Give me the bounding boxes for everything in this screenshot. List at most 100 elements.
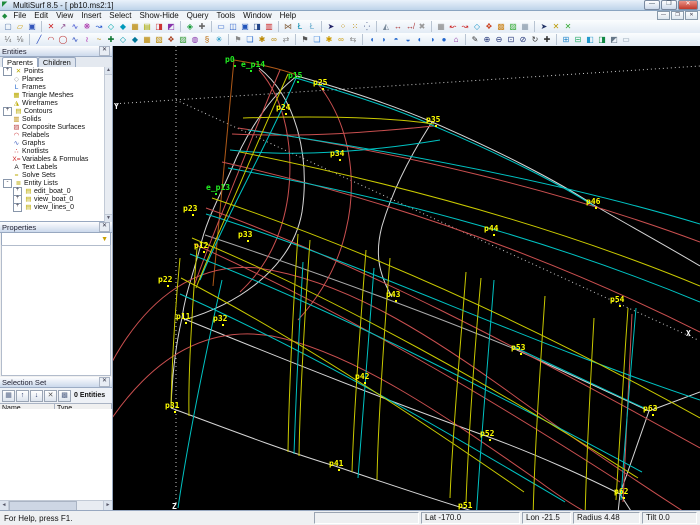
view-home-icon[interactable]: ⌂ (450, 34, 462, 45)
refresh-view-icon[interactable]: ↻ (529, 34, 541, 45)
tree-item-view-lines-0[interactable]: + ▤ view_lines_0 (0, 202, 112, 212)
menu-view[interactable]: View (52, 11, 77, 20)
hull-wireframe[interactable]: p0 e_p14 p15 p25 p24 p35 p34 e_p13 p46 p23 p44 p33 p… (113, 46, 700, 511)
view-back-icon[interactable]: ◗ (378, 34, 390, 45)
select-grid-icon[interactable]: ⁙ (349, 21, 361, 32)
point-label-p44[interactable]: p44 (484, 224, 499, 233)
tree-item-solve-sets[interactable]: = Solve Sets (0, 171, 112, 179)
tree-item-relabels[interactable]: ◠ Relabels (0, 131, 112, 140)
sel-clear-icon[interactable]: ▩ (58, 389, 71, 402)
point-label-p33[interactable]: p33 (238, 230, 253, 239)
point-label-p41[interactable]: p41 (329, 459, 344, 468)
hide-swap-icon[interactable]: ⇆ (347, 34, 359, 45)
point-label-e_p13[interactable]: e_p13 (206, 183, 230, 192)
layer1-icon[interactable]: Ł (294, 21, 306, 32)
units-icon[interactable]: ¼ (2, 34, 14, 45)
hull-curve-guide-1[interactable] (212, 59, 235, 287)
file-save-icon[interactable]: ▣ (26, 21, 38, 32)
tree-item-knotlists[interactable]: ∴ Knotlists (0, 147, 112, 156)
sel-list-icon[interactable]: ▦ (2, 389, 15, 402)
grid-display-icon[interactable]: ▦ (519, 21, 531, 32)
link-icon[interactable]: ⋈ (282, 21, 294, 32)
menu-show-hide[interactable]: Show-Hide (136, 11, 183, 20)
formula-create-icon[interactable]: ✳ (213, 34, 225, 45)
point-label-p63[interactable]: p63 (643, 404, 658, 413)
tree-item-solids[interactable]: ▥ Solids (0, 115, 112, 124)
hull-curve-mid-edge[interactable] (181, 317, 621, 495)
hull-curve-yellow-station-6[interactable] (532, 295, 546, 511)
surface-tool-icon[interactable]: ◇ (105, 21, 117, 32)
point-marker-p32[interactable] (222, 324, 224, 326)
mesh-create-icon[interactable]: ▦ (141, 34, 153, 45)
point-marker-p44[interactable] (493, 234, 495, 236)
view-layout3-icon[interactable]: ▣ (239, 21, 251, 32)
view-left-icon[interactable]: ◐ (414, 34, 426, 45)
copy-view-icon[interactable]: ⊞ (560, 34, 572, 45)
tree-item-contours[interactable]: + ▤ Contours (0, 106, 112, 116)
point-marker-p33[interactable] (247, 240, 249, 242)
circle-create-icon[interactable]: ◯ (57, 34, 69, 45)
mdi-close-button[interactable]: ✕ (685, 11, 698, 20)
point-label-p25[interactable]: p25 (313, 78, 328, 87)
tree-item-graphs[interactable]: ∿ Graphs (0, 139, 112, 148)
point-marker-p25[interactable] (322, 88, 324, 90)
hull-curve-red-long-1[interactable] (237, 127, 700, 243)
zoom-window-icon[interactable]: ⊡ (505, 34, 517, 45)
view-top-icon[interactable]: ◓ (390, 34, 402, 45)
show-flag-icon[interactable]: ⚑ (232, 34, 244, 45)
shade-view-icon[interactable]: ◩ (608, 34, 620, 45)
point-marker-p12[interactable] (203, 251, 205, 253)
mdi-restore-button[interactable]: ❐ (671, 11, 684, 20)
filter-funnel-icon[interactable]: ▼ (101, 236, 108, 243)
select-fence-icon[interactable]: ⁘ (337, 21, 349, 32)
arc-create-icon[interactable]: ◠ (45, 34, 57, 45)
shade-create-icon[interactable]: ▨ (177, 34, 189, 45)
point-label-p0[interactable]: p0 (225, 55, 235, 64)
point-label-p52[interactable]: p52 (480, 429, 495, 438)
point-marker-p35[interactable] (435, 125, 437, 127)
tmesh-create-icon[interactable]: ▧ (153, 34, 165, 45)
camera-tool-icon[interactable]: ◨ (153, 21, 165, 32)
composite-create-icon[interactable]: ❖ (165, 34, 177, 45)
menu-select[interactable]: Select (105, 11, 135, 20)
render-icon[interactable]: ◈ (184, 21, 196, 32)
paste-view-icon[interactable]: ⊟ (572, 34, 584, 45)
hull-curve-yellow-bow-diag[interactable] (195, 73, 289, 289)
point-label-p24[interactable]: p24 (276, 103, 291, 112)
snap-tool-icon[interactable]: ❋ (81, 21, 93, 32)
menu-edit[interactable]: Edit (30, 11, 52, 20)
point-marker-p43[interactable] (395, 300, 397, 302)
entities-tree[interactable]: + ✕ Points ◇ Planes L Frames ▦ Triangle Meshes ◮ W… (0, 67, 112, 222)
mesh-display-icon[interactable]: ▦ (435, 21, 447, 32)
zoom-previous-icon[interactable]: ⊘ (517, 34, 529, 45)
measure-icon[interactable]: ◭ (380, 21, 392, 32)
expand-icon[interactable]: + (13, 202, 22, 212)
contours-red1-icon[interactable]: ↜ (447, 21, 459, 32)
point-label-p32[interactable]: p32 (213, 314, 228, 323)
point-marker-p54[interactable] (619, 305, 621, 307)
view-bottom-icon[interactable]: ◒ (402, 34, 414, 45)
tree-item-frames[interactable]: L Frames (0, 83, 112, 91)
menu-tools[interactable]: Tools (212, 11, 239, 20)
point-marker-p15[interactable] (297, 81, 299, 83)
hull-curve-bottom-edge[interactable] (170, 407, 525, 511)
pointer2-icon[interactable]: ➤ (538, 21, 550, 32)
show-box-icon[interactable]: ❏ (244, 34, 256, 45)
show-points-icon[interactable]: ✱ (256, 34, 268, 45)
hull-curve-red-long-3[interactable] (205, 207, 700, 449)
prev-entity-icon[interactable]: ↔ (392, 21, 404, 32)
sel-remove-icon[interactable]: ✕ (44, 389, 57, 402)
shade-display-icon[interactable]: ▨ (507, 21, 519, 32)
point-marker-p46[interactable] (595, 207, 597, 209)
curve-tool-icon[interactable]: ∿ (69, 21, 81, 32)
arc-tool-icon[interactable]: ↝ (93, 21, 105, 32)
view-front-icon[interactable]: ◖ (366, 34, 378, 45)
scroll-down-icon[interactable]: ▼ (105, 214, 112, 222)
hull-curve-red-bow-diag[interactable] (193, 69, 281, 287)
minimize-button[interactable]: — (644, 0, 660, 10)
point-marker-p23[interactable] (192, 214, 194, 216)
view-layout2-icon[interactable]: ◫ (227, 21, 239, 32)
select-pointer-icon[interactable]: ➤ (325, 21, 337, 32)
hull-curve-cyan-long-3[interactable] (205, 213, 700, 401)
point-label-p42[interactable]: p42 (355, 372, 370, 381)
